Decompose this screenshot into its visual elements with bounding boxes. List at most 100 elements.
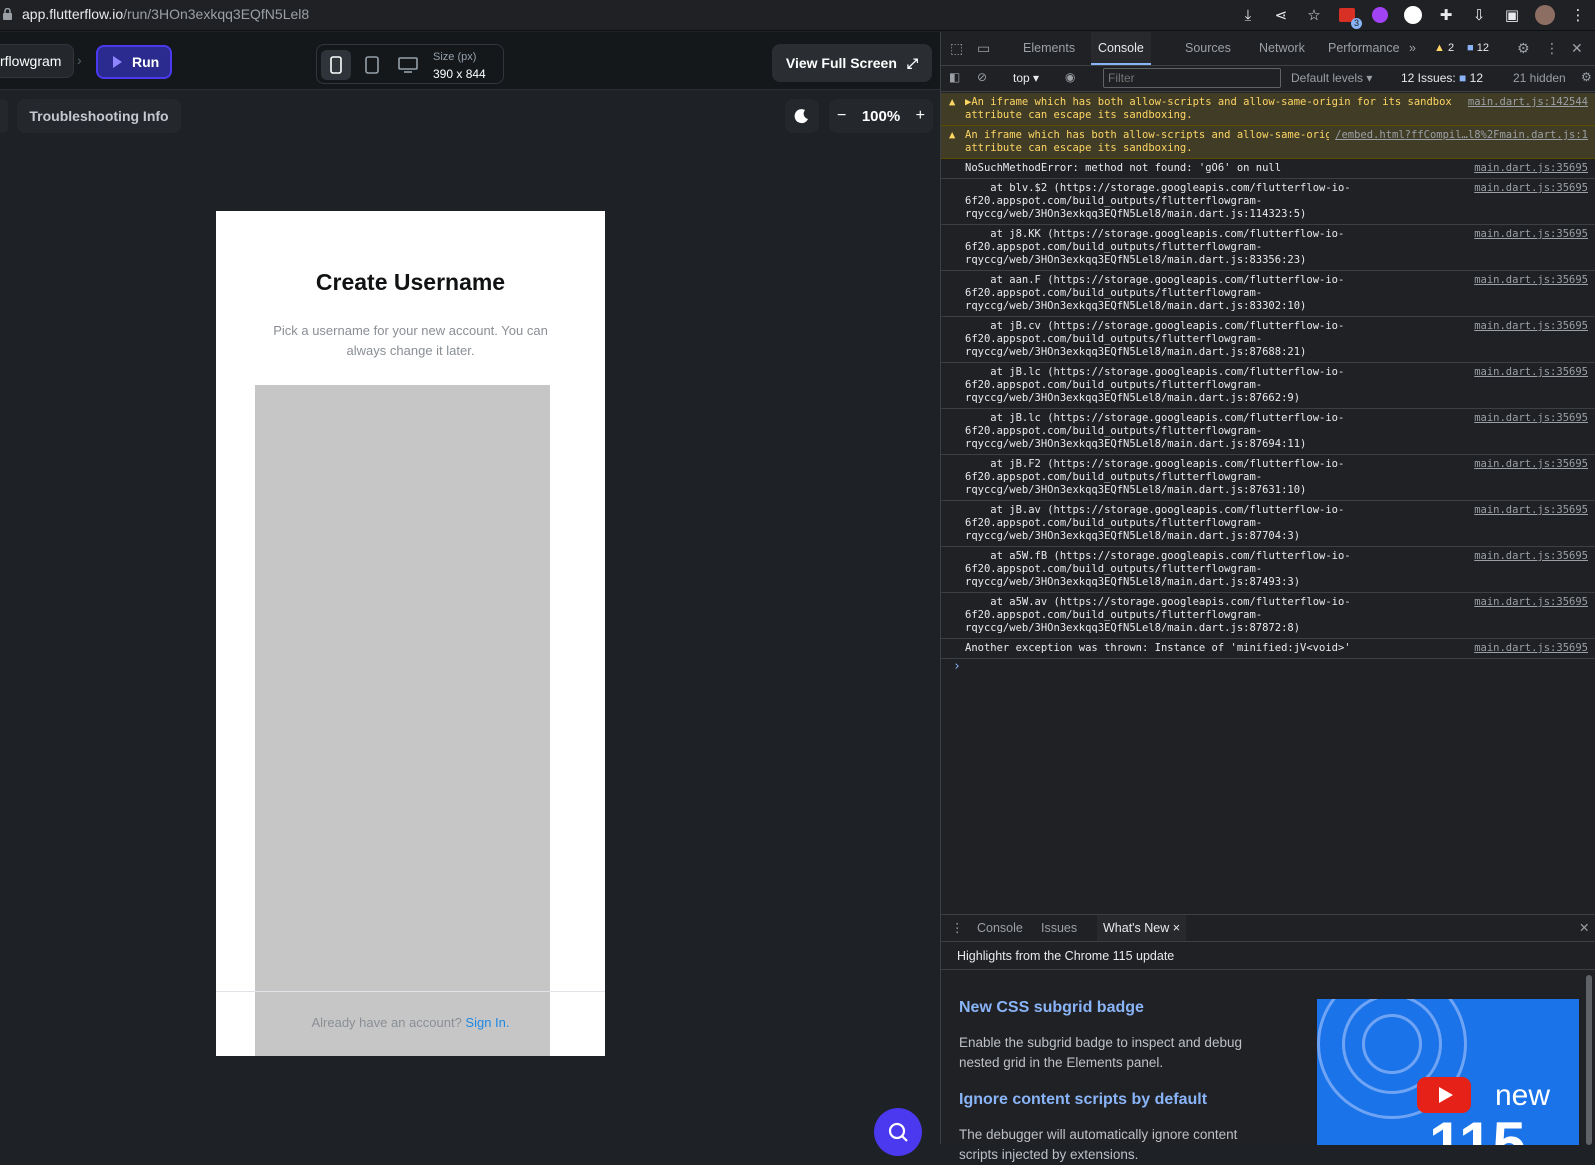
console-source-link[interactable]: main.dart.js:35695 bbox=[1468, 274, 1588, 287]
view-full-screen-button[interactable]: View Full Screen ⤢ bbox=[772, 44, 932, 82]
drawer-scrollbar[interactable] bbox=[1586, 975, 1592, 1145]
console-source-link[interactable]: main.dart.js:35695 bbox=[1468, 320, 1588, 333]
url-field[interactable]: app.flutterflow.io/run/3HOn3exkqq3EQfN5L… bbox=[22, 6, 309, 22]
expand-icon: ⤢ bbox=[906, 54, 919, 71]
bookmark-star-icon[interactable]: ☆ bbox=[1303, 4, 1325, 26]
inspect-element-icon[interactable]: ⬚ bbox=[950, 32, 963, 65]
devtools-drawer: ⋮ Console Issues What's New × ✕ Highligh… bbox=[941, 914, 1595, 1162]
extension-circle-icon[interactable] bbox=[1402, 4, 1424, 26]
page-title: Create Username bbox=[315, 269, 506, 295]
share-icon[interactable]: ⋖ bbox=[1270, 4, 1292, 26]
install-app-icon[interactable]: ⤓ bbox=[1237, 4, 1259, 26]
log-levels-label: Default levels bbox=[1291, 71, 1364, 85]
drawer-menu-icon[interactable]: ⋮ bbox=[951, 915, 964, 941]
console-source-link[interactable]: main.dart.js:142544 bbox=[1461, 96, 1588, 109]
tab-network[interactable]: Network bbox=[1259, 32, 1305, 65]
settings-gear-icon[interactable]: ⚙ bbox=[1517, 32, 1530, 65]
profile-avatar-icon[interactable] bbox=[1534, 4, 1556, 26]
context-selector[interactable]: top ▾ bbox=[1013, 71, 1039, 85]
extension-purple-icon[interactable] bbox=[1369, 4, 1391, 26]
device-size-selector: Size (px) 390 x 844 bbox=[316, 44, 504, 84]
close-drawer-icon[interactable]: ✕ bbox=[1579, 915, 1589, 941]
console-source-link[interactable]: main.dart.js:35695 bbox=[1468, 366, 1588, 379]
console-prompt-row[interactable]: › bbox=[941, 659, 1595, 677]
phone-device-button[interactable] bbox=[321, 50, 351, 80]
console-source-link[interactable]: main.dart.js:35695 bbox=[1468, 458, 1588, 471]
phone-icon bbox=[330, 56, 342, 74]
console-log-row: at jB.lc (https://storage.googleapis.com… bbox=[941, 409, 1595, 455]
console-source-link[interactable]: main.dart.js:35695 bbox=[1468, 182, 1588, 195]
desktop-icon bbox=[398, 57, 418, 73]
message-icon: ■ bbox=[1467, 42, 1474, 54]
downloads-icon[interactable]: ⇩ bbox=[1468, 4, 1490, 26]
warning-icon: ▲ bbox=[1434, 42, 1445, 54]
run-label: Run bbox=[132, 54, 160, 70]
browser-menu-icon[interactable]: ⋮ bbox=[1567, 4, 1589, 26]
feature-subgrid-link[interactable]: New CSS subgrid badge bbox=[959, 999, 1144, 1017]
url-path: /run/3HOn3exkqq3EQfN5Lel8 bbox=[123, 6, 310, 22]
dark-mode-toggle[interactable] bbox=[785, 99, 819, 133]
desktop-device-button[interactable] bbox=[393, 50, 423, 80]
extensions-puzzle-icon[interactable]: ✚ bbox=[1435, 4, 1457, 26]
sidebar-toggle-icon[interactable]: ◧ bbox=[949, 70, 960, 84]
zoom-out-button[interactable]: − bbox=[837, 107, 846, 125]
console-source-link[interactable]: main.dart.js:35695 bbox=[1468, 162, 1588, 175]
drawer-tab-issues[interactable]: Issues bbox=[1041, 915, 1077, 941]
extension-badge: 3 bbox=[1350, 18, 1362, 29]
page-subtitle: Pick a username for your new account. Yo… bbox=[273, 323, 548, 358]
whats-new-video-thumbnail[interactable]: new 115 bbox=[1317, 999, 1579, 1145]
project-breadcrumb[interactable]: rflowgram bbox=[0, 44, 75, 78]
console-settings-icon[interactable]: ⚙ bbox=[1581, 70, 1592, 84]
moon-icon bbox=[794, 109, 808, 124]
console-log-row: Another exception was thrown: Instance o… bbox=[941, 639, 1595, 659]
clear-console-icon[interactable]: ⊘ bbox=[977, 70, 987, 84]
messages-badge[interactable]: ■ 12 bbox=[1467, 42, 1489, 54]
issues-count: 12 bbox=[1469, 71, 1483, 85]
console-source-link[interactable]: main.dart.js:35695 bbox=[1468, 228, 1588, 241]
console-warning-row: ▲ An iframe which has both allow-scripts … bbox=[941, 126, 1595, 159]
sign-in-link[interactable]: Sign In. bbox=[465, 1015, 509, 1030]
console-source-link[interactable]: main.dart.js:35695 bbox=[1468, 504, 1588, 517]
drawer-tabbar: ⋮ Console Issues What's New × ✕ bbox=[941, 915, 1595, 942]
issues-label: 12 Issues: bbox=[1401, 71, 1456, 85]
devtools-panel: ⬚ ▭ Elements Console Sources Network Per… bbox=[940, 32, 1595, 1162]
device-toolbar-icon[interactable]: ▭ bbox=[977, 32, 990, 65]
close-tab-icon[interactable]: × bbox=[1173, 921, 1180, 935]
left-panel-toggle[interactable] bbox=[0, 99, 8, 133]
console-filter-input[interactable] bbox=[1103, 68, 1281, 88]
console-source-link[interactable]: main.dart.js:35695 bbox=[1468, 642, 1588, 655]
warnings-badge[interactable]: ▲ 2 bbox=[1434, 42, 1454, 54]
tab-performance[interactable]: Performance bbox=[1328, 32, 1400, 65]
tab-sources[interactable]: Sources bbox=[1185, 32, 1231, 65]
feature-content-scripts-desc: The debugger will automatically ignore c… bbox=[959, 1127, 1238, 1162]
search-fab-button[interactable] bbox=[874, 1108, 922, 1156]
chevron-right-icon: › bbox=[77, 52, 82, 68]
zoom-in-button[interactable]: + bbox=[916, 107, 925, 125]
live-expression-eye-icon[interactable]: ◉ bbox=[1065, 70, 1075, 84]
extension-calendar-icon[interactable]: 3 bbox=[1336, 4, 1362, 29]
console-source-link[interactable]: main.dart.js:35695 bbox=[1468, 412, 1588, 425]
tab-elements[interactable]: Elements bbox=[1023, 32, 1075, 65]
youtube-play-icon[interactable] bbox=[1417, 1077, 1471, 1113]
drawer-tab-whats-new[interactable]: What's New × bbox=[1097, 915, 1187, 941]
messages-count: 12 bbox=[1476, 42, 1489, 54]
size-label: Size (px) bbox=[433, 51, 477, 63]
more-tabs-icon[interactable]: » bbox=[1409, 32, 1416, 65]
feature-subgrid-desc: Enable the subgrid badge to inspect and … bbox=[959, 1035, 1242, 1070]
feature-content-scripts-link[interactable]: Ignore content scripts by default bbox=[959, 1091, 1207, 1109]
run-button[interactable]: Run bbox=[96, 45, 172, 79]
issues-counter[interactable]: 12 Issues: ■ 12 bbox=[1401, 71, 1483, 85]
console-source-link[interactable]: /embed.html?ffCompil…l8%2Fmain.dart.js:1 bbox=[1329, 129, 1588, 142]
drawer-tab-console[interactable]: Console bbox=[977, 915, 1023, 941]
tab-console[interactable]: Console bbox=[1091, 32, 1151, 65]
console-source-link[interactable]: main.dart.js:35695 bbox=[1468, 596, 1588, 609]
zoom-control: − 100% + bbox=[829, 99, 933, 133]
log-levels-dropdown[interactable]: Default levels ▾ bbox=[1291, 71, 1372, 85]
troubleshooting-info-button[interactable]: Troubleshooting Info bbox=[17, 99, 181, 133]
kebab-menu-icon[interactable]: ⋮ bbox=[1545, 32, 1559, 65]
console-log-row: at jB.cv (https://storage.googleapis.com… bbox=[941, 317, 1595, 363]
close-devtools-icon[interactable]: ✕ bbox=[1571, 32, 1583, 65]
tablet-device-button[interactable] bbox=[357, 50, 387, 80]
console-source-link[interactable]: main.dart.js:35695 bbox=[1468, 550, 1588, 563]
side-panel-icon[interactable]: ▣ bbox=[1501, 4, 1523, 26]
